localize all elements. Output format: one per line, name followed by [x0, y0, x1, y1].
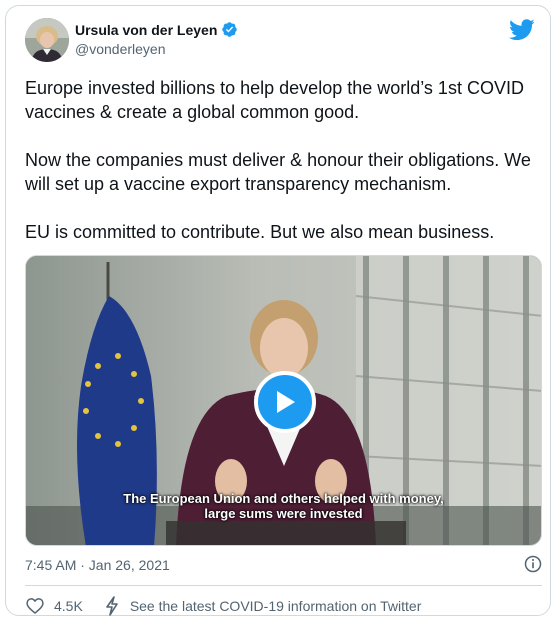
- verified-badge-icon: [222, 22, 238, 37]
- like-count: 4.5K: [54, 598, 83, 614]
- info-icon[interactable]: [523, 554, 543, 574]
- divider: [25, 585, 542, 586]
- lightning-icon: [106, 596, 118, 616]
- author-handle[interactable]: @vonderleyen: [75, 41, 166, 57]
- tweet-paragraph: Now the companies must deliver & honour …: [25, 150, 531, 194]
- tweet-text: Europe invested billions to help develop…: [25, 76, 545, 244]
- avatar-image: [25, 18, 69, 62]
- tweet-timestamp[interactable]: 7:45 AM · Jan 26, 2021: [25, 557, 170, 573]
- heart-icon: [26, 598, 44, 614]
- covid-info-text: See the latest COVID-19 information on T…: [129, 598, 422, 614]
- tweet-paragraph: EU is committed to contribute. But we al…: [25, 222, 495, 242]
- tweet-card[interactable]: Ursula von der Leyen @vonderleyen Europe…: [5, 5, 551, 616]
- covid-info-link[interactable]: See the latest COVID-19 information on T…: [105, 596, 422, 616]
- avatar[interactable]: [25, 18, 69, 62]
- author-name-row[interactable]: Ursula von der Leyen: [75, 21, 238, 38]
- tweet-paragraph: Europe invested billions to help develop…: [25, 78, 524, 122]
- video-player[interactable]: The European Union and others helped wit…: [25, 255, 542, 546]
- author-display-name[interactable]: Ursula von der Leyen: [75, 22, 217, 38]
- twitter-bird-icon[interactable]: [509, 19, 535, 41]
- play-icon: [277, 391, 295, 413]
- play-button[interactable]: [254, 371, 316, 433]
- video-caption-line: The European Union and others helped wit…: [123, 491, 444, 506]
- like-button[interactable]: 4.5K: [25, 596, 83, 616]
- tweet-actions: 4.5K See the latest COVID-19 information…: [25, 596, 421, 616]
- video-caption-line: large sums were invested: [204, 506, 363, 521]
